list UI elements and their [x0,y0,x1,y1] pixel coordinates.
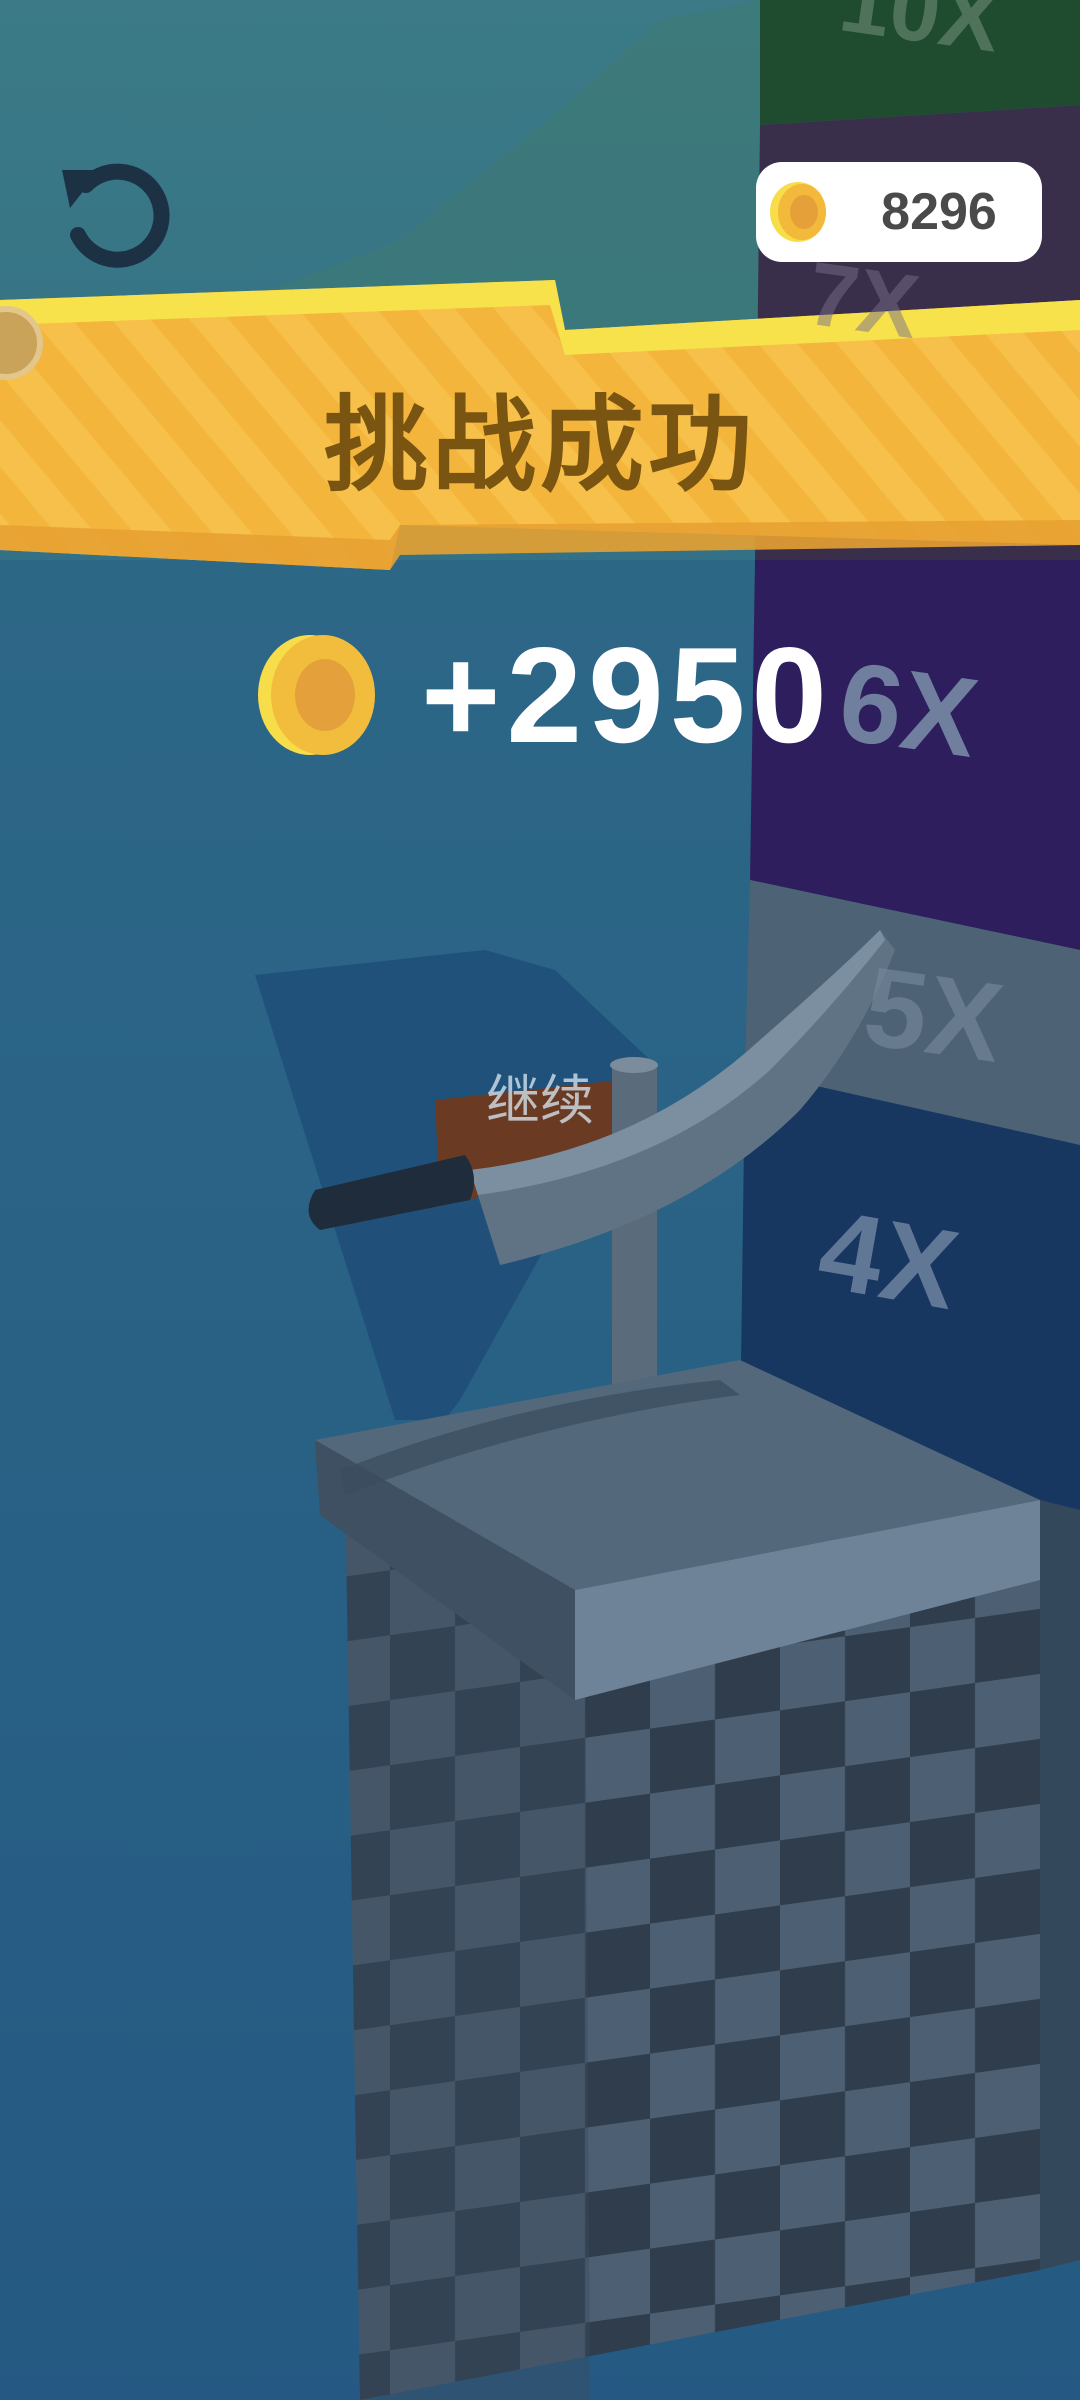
gold-coin-icon [770,182,826,242]
reward-display: +2950 [255,619,833,771]
multiplier-label: 6X [831,638,986,781]
restart-button[interactable] [48,140,178,270]
coin-counter: 8296 [756,162,1042,262]
multiplier-label: 7X [801,243,925,359]
coin-total: 8296 [881,183,997,241]
success-title: 挑战成功 [323,383,756,506]
pole [612,1065,657,1395]
reward-amount: +2950 [421,619,833,771]
restart-arrow-icon [62,163,170,268]
continue-button[interactable]: 继续 [470,1055,610,1135]
checkered-block [315,1360,1040,2400]
gold-coin-icon [258,635,375,755]
multiplier-label: 5X [856,943,1011,1086]
multiplier-label: 4X [810,1186,967,1333]
